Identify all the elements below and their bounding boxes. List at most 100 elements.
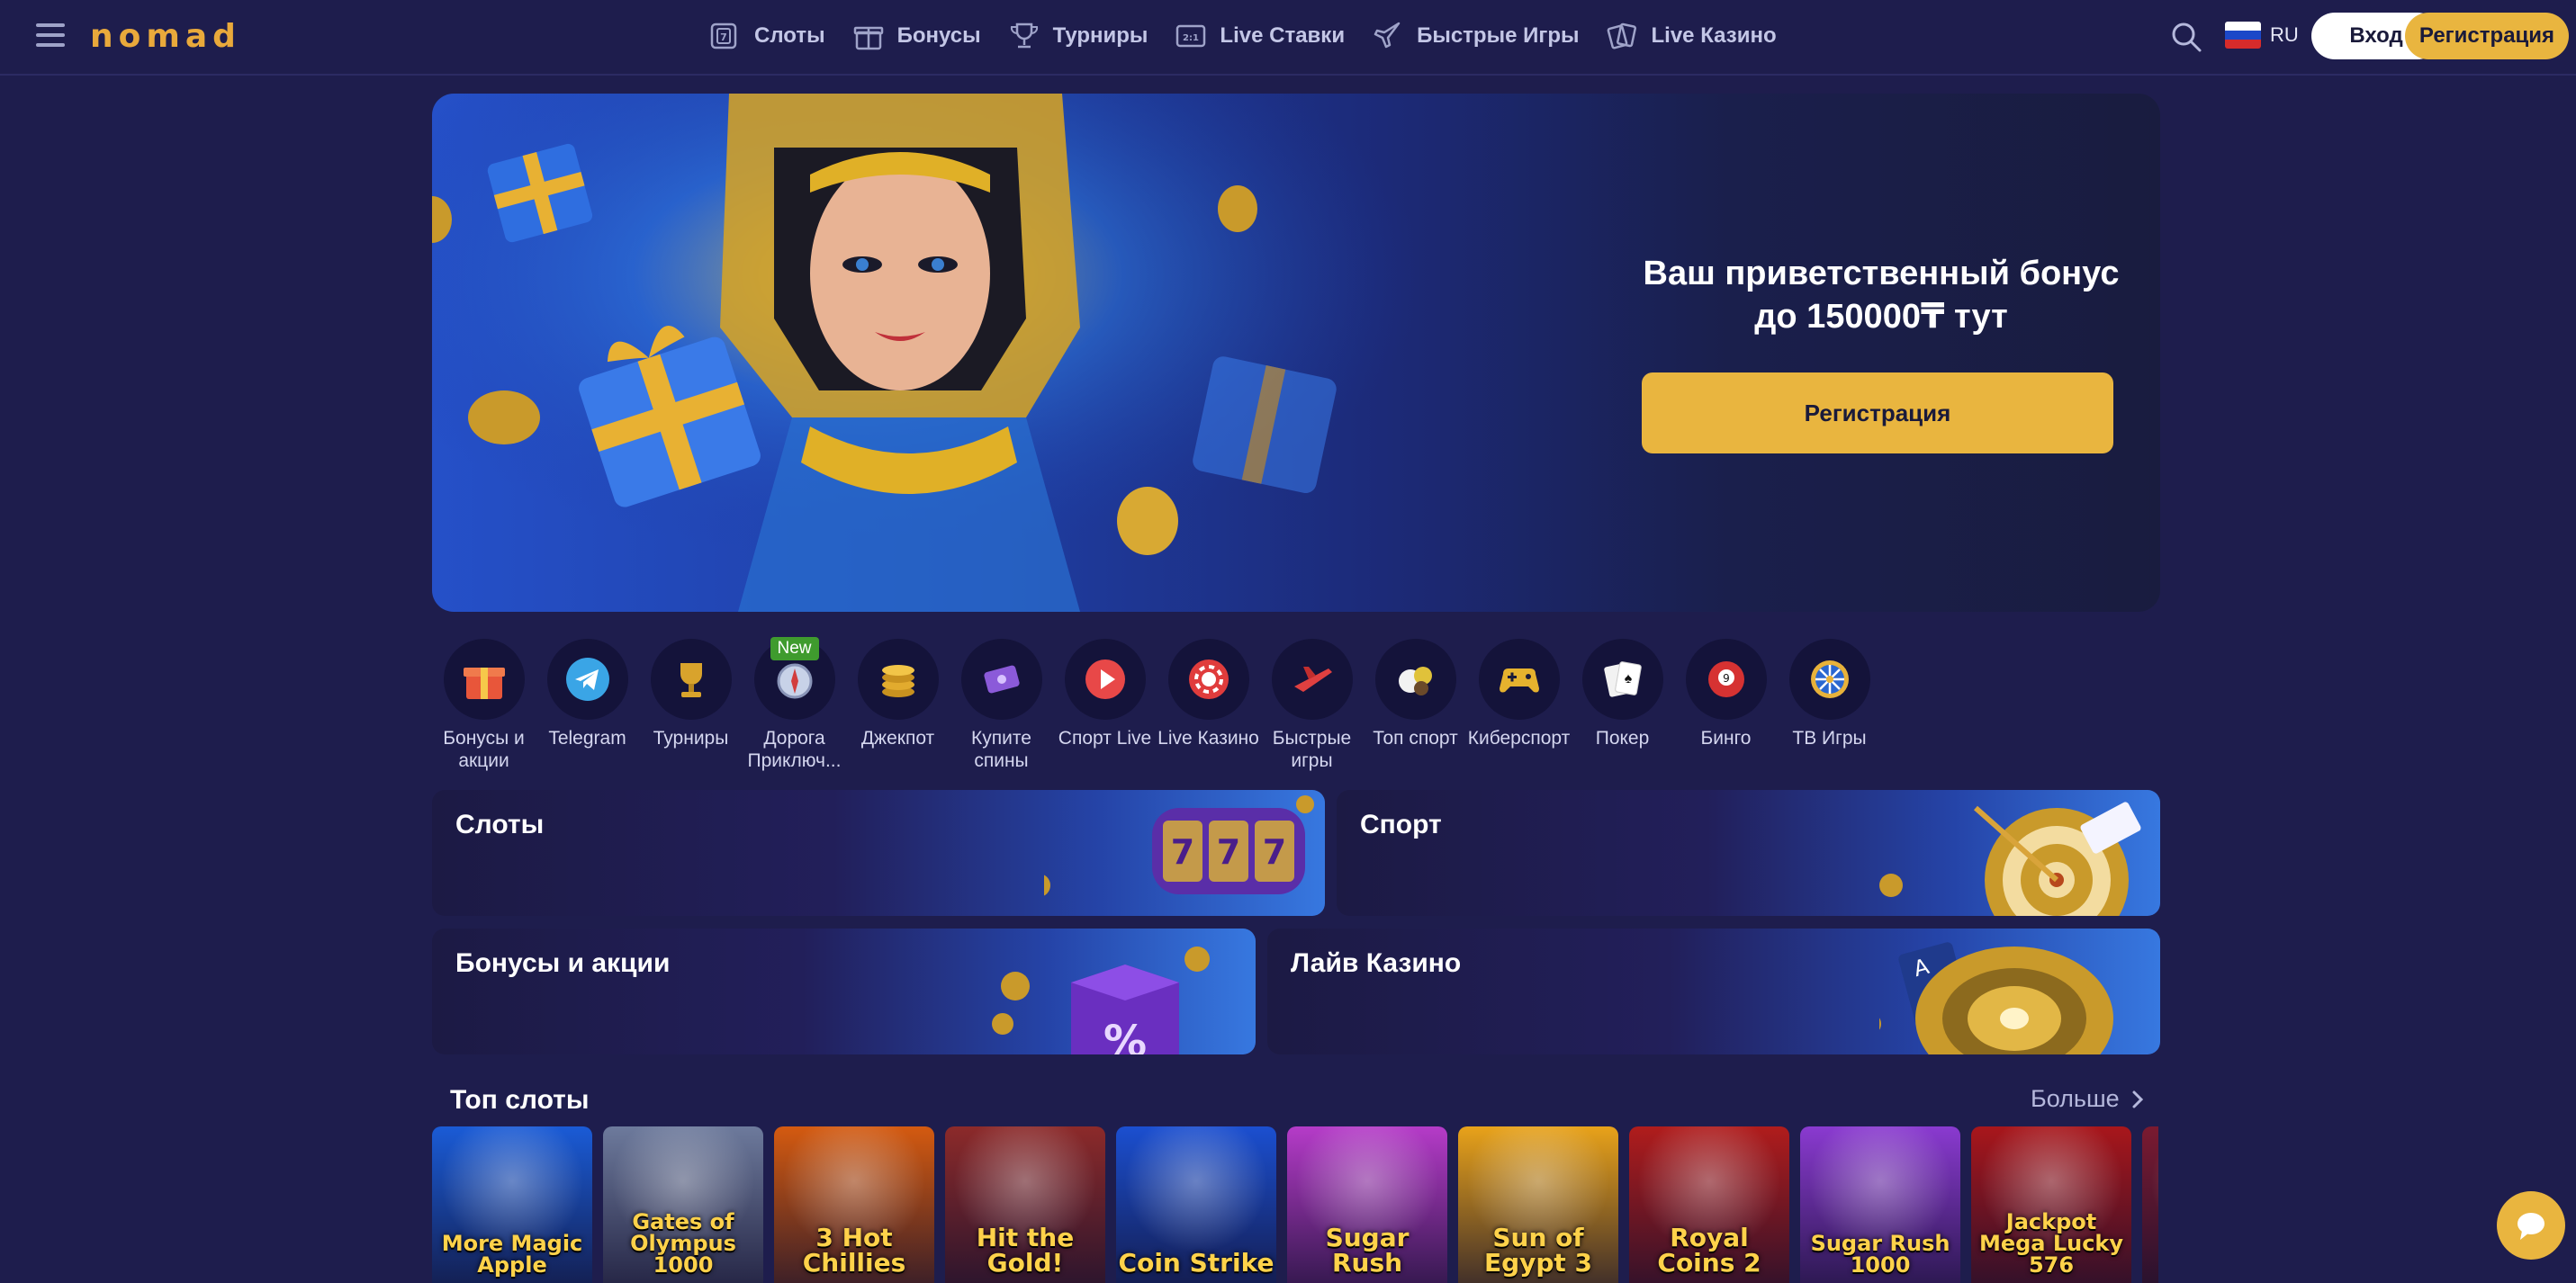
category-adventure-road[interactable]: New Дорога Приключ... [743, 637, 846, 772]
poker-cards-icon: ♠ [1603, 661, 1642, 697]
gamepad-icon [1499, 668, 1539, 693]
svg-text:2:1: 2:1 [1183, 33, 1199, 43]
category-fast-games[interactable]: Быстрые игры [1260, 639, 1364, 772]
category-label: Быстрые игры [1272, 728, 1352, 771]
category-buy-spins[interactable]: Купите спины [950, 639, 1053, 772]
category-label: Live Казино [1157, 728, 1259, 749]
category-telegram[interactable]: Telegram [536, 639, 639, 772]
slot-game-tile[interactable]: Royal Coins 2 [1629, 1126, 1789, 1283]
slot-game-tile[interactable]: Sun of Egypt 3 [1458, 1126, 1618, 1283]
language-label: RU [2270, 23, 2299, 46]
top-slots-row: More Magic Apple Gates of Olympus 1000 3 H… [432, 1126, 2158, 1283]
category-top-sport[interactable]: Топ спорт [1364, 639, 1467, 772]
nav-item-slots[interactable]: 7 Слоты [709, 20, 825, 52]
slot-game-tile[interactable]: Sugar Rush 1000 [1800, 1126, 1960, 1283]
chat-button[interactable] [2497, 1191, 2565, 1260]
svg-text:9: 9 [1723, 672, 1730, 685]
top-slots-title: Топ слоты [450, 1085, 590, 1115]
category-poker[interactable]: ♠ Покер [1571, 639, 1674, 772]
slot-game-tile[interactable]: Gates of Olympus 1000 [603, 1126, 763, 1283]
svg-text:7: 7 [1263, 832, 1286, 872]
chevron-right-icon [2132, 1090, 2143, 1108]
category-label: Дорога Приключ... [747, 728, 842, 771]
bonus-box-icon: % [992, 947, 1210, 1054]
slot-game-tile[interactable]: Sugar Rush [1287, 1126, 1447, 1283]
category-label: Спорт Live [1058, 728, 1152, 749]
slot-game-name: Sugar Rush 1000 [1810, 1231, 1950, 1278]
slot-game-tile[interactable]: Coin Strike [1116, 1126, 1276, 1283]
category-label: Бонусы и акции [443, 728, 525, 771]
category-label: Джекпот [860, 728, 935, 749]
hero-register-button[interactable]: Регистрация [1642, 372, 2113, 453]
nav-item-live-casino[interactable]: Live Казино [1607, 20, 1777, 52]
slot-game-tile[interactable]: 3 Hot Chillies [774, 1126, 934, 1283]
trophy-icon [1010, 22, 1038, 49]
slot-game-tile[interactable] [2142, 1126, 2158, 1283]
top-header: nomad 7 Слоты Бонусы Турниры 2:1 Live Ст… [0, 0, 2576, 76]
wheel-icon [1810, 660, 1849, 698]
slot-game-tile[interactable]: Jackpot Mega Lucky 576 [1971, 1126, 2131, 1283]
balls-icon [1398, 667, 1432, 695]
slot-game-name [2142, 1276, 2158, 1283]
category-label: ТВ Игры [1792, 728, 1867, 749]
bingo-ball-icon: 9 [1707, 661, 1744, 697]
slot-machine-icon: 7 7 7 [1044, 795, 1314, 896]
category-bingo[interactable]: 9 Бинго [1674, 639, 1778, 772]
slot-game-tile[interactable]: Hit the Gold! [945, 1126, 1105, 1283]
rocket-icon [1374, 22, 1401, 49]
section-card-bonuses[interactable]: Бонусы и акции % [432, 929, 1256, 1054]
hero-title-line1: Ваш приветственный бонус [1643, 255, 2120, 292]
target-icon [1879, 802, 2141, 916]
register-button[interactable]: Регистрация [2405, 13, 2569, 59]
svg-text:%: % [1103, 1017, 1147, 1054]
section-card-title: Бонусы и акции [455, 948, 671, 978]
section-card-slots[interactable]: Слоты 7 7 7 [432, 790, 1325, 916]
category-esports[interactable]: Киберспорт [1467, 639, 1571, 772]
category-tournaments[interactable]: Турниры [639, 639, 743, 772]
nav-label: Live Казино [1651, 23, 1777, 48]
category-tv-games[interactable]: ТВ Игры [1778, 639, 1881, 772]
svg-text:7: 7 [720, 31, 727, 43]
nav-item-fast-games[interactable]: Быстрые Игры [1372, 20, 1580, 52]
menu-icon[interactable] [36, 23, 65, 50]
telegram-icon [565, 658, 609, 701]
slot-game-name: Royal Coins 2 [1657, 1223, 1761, 1278]
category-sport-live[interactable]: Спорт Live [1053, 639, 1157, 772]
new-badge: New [770, 637, 819, 660]
category-label: Киберспорт [1467, 728, 1571, 749]
compass-icon [777, 663, 812, 699]
hero-title-line2: до 150000₸ тут [1754, 298, 2008, 336]
category-label: Турниры [653, 728, 729, 749]
section-card-live-casino[interactable]: Лайв Казино A [1267, 929, 2160, 1054]
nav-label: Live Ставки [1220, 23, 1346, 48]
nav-item-tournaments[interactable]: Турниры [1008, 20, 1148, 52]
category-live-casino[interactable]: Live Казино [1157, 639, 1260, 772]
category-label: Telegram [548, 728, 626, 749]
coins-icon [881, 665, 914, 697]
gift-icon [853, 26, 883, 50]
language-selector[interactable]: RU [2225, 22, 2299, 49]
slot-game-name: More Magic Apple [441, 1231, 583, 1278]
hero-illustration [432, 94, 1422, 612]
plane-icon [1293, 667, 1332, 692]
slot-game-name: Gates of Olympus 1000 [630, 1209, 736, 1278]
nav-item-bonuses[interactable]: Бонусы [852, 20, 981, 52]
nav-label: Бонусы [896, 23, 981, 48]
category-jackpot[interactable]: Джекпот [846, 639, 950, 772]
nav-label: Быстрые Игры [1417, 23, 1580, 48]
roulette-icon: A [1879, 942, 2113, 1054]
category-label: Топ спорт [1373, 728, 1458, 749]
category-bonuses[interactable]: Бонусы и акции [432, 639, 536, 772]
slot-game-tile[interactable]: More Magic Apple [432, 1126, 592, 1283]
main-nav: 7 Слоты Бонусы Турниры 2:1 Live Ставки Б… [709, 16, 1804, 56]
category-label: Купите спины [971, 728, 1031, 771]
logo[interactable]: nomad [90, 18, 241, 55]
section-card-sport[interactable]: Спорт [1337, 790, 2160, 916]
more-link[interactable]: Больше [2031, 1085, 2147, 1113]
slot-game-name: 3 Hot Chillies [802, 1223, 906, 1278]
hero-banner[interactable]: Ваш приветственный бонус до 150000₸ тут … [432, 94, 2160, 612]
trophy-icon [680, 663, 702, 697]
search-icon[interactable] [2169, 20, 2203, 54]
russia-flag-icon [2225, 22, 2261, 49]
nav-item-live-bets[interactable]: 2:1 Live Ставки [1175, 20, 1345, 52]
